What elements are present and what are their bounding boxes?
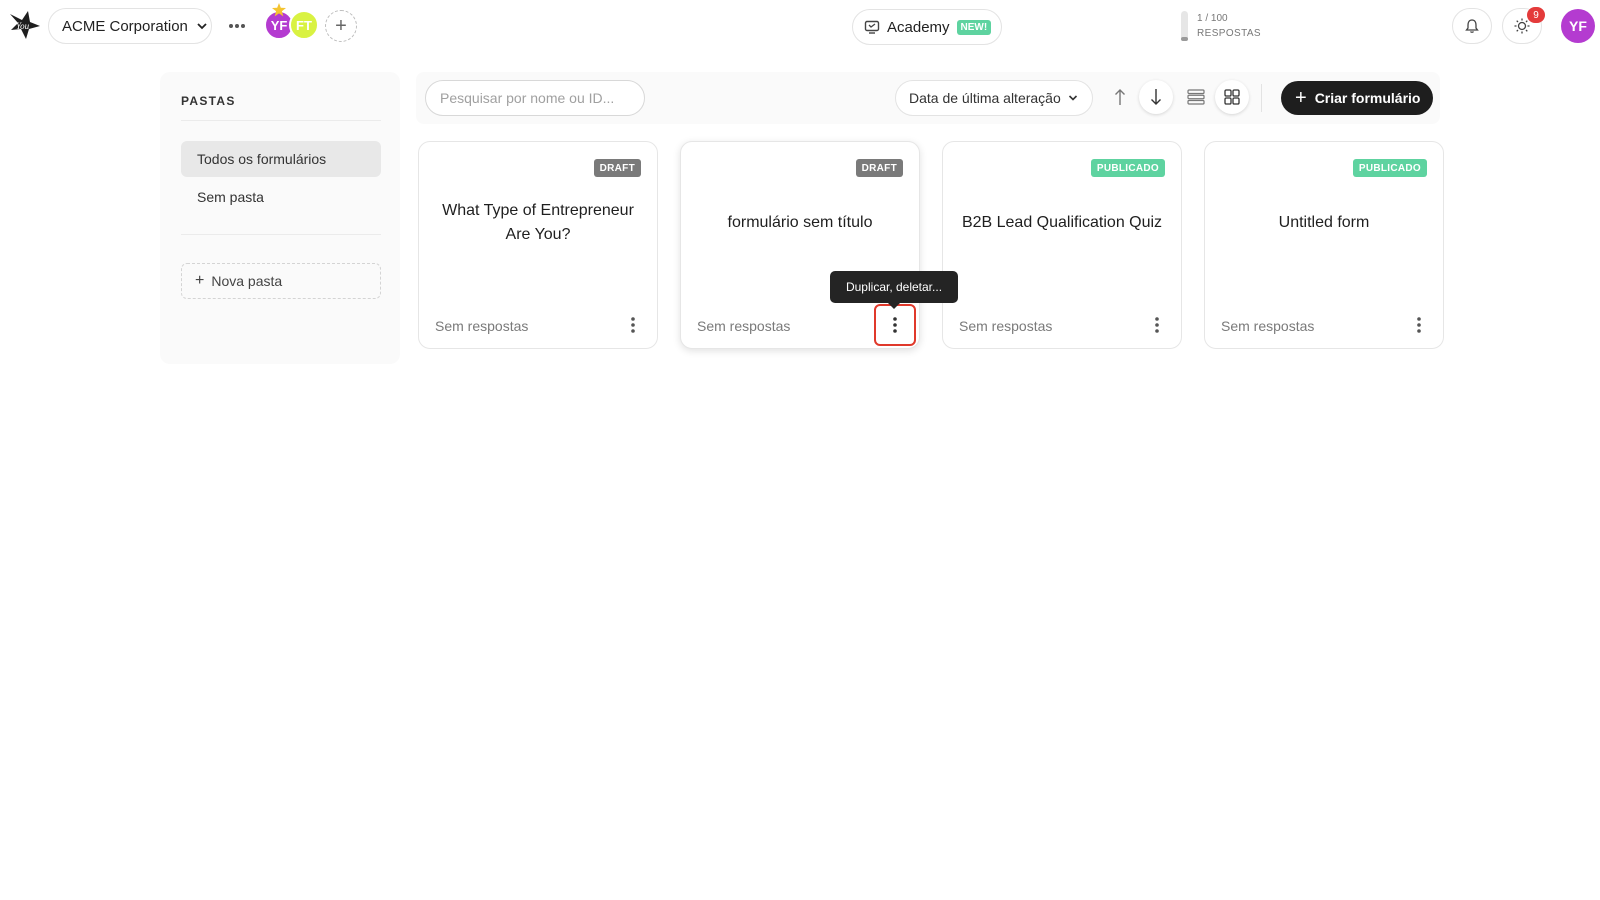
- sort-descending-button[interactable]: [1139, 80, 1173, 114]
- form-card[interactable]: DRAFT What Type of Entrepreneur Are You?…: [418, 141, 658, 349]
- top-bar: You ACME Corporation YF FT + Academy NEW…: [0, 0, 1600, 54]
- new-folder-button[interactable]: + Nova pasta: [181, 263, 381, 299]
- arrow-down-icon: [1151, 89, 1161, 105]
- responses-count: Sem respostas: [1221, 318, 1315, 334]
- usage-progress-fill: [1181, 37, 1188, 41]
- kebab-icon: [631, 317, 635, 333]
- kebab-icon: [1417, 317, 1421, 333]
- plus-icon: +: [195, 272, 205, 289]
- academy-label: Academy: [887, 18, 950, 36]
- grid-view-icon: [1224, 89, 1240, 105]
- list-view-icon: [1187, 89, 1205, 105]
- bell-icon: [1465, 19, 1479, 33]
- chevron-down-icon: [1068, 95, 1077, 101]
- plus-icon: +: [335, 14, 347, 37]
- svg-text:You: You: [16, 21, 30, 31]
- status-badge: PUBLICADO: [1352, 159, 1427, 177]
- responses-count: Sem respostas: [959, 318, 1053, 334]
- workspace-select[interactable]: ACME Corporation: [48, 8, 212, 44]
- kebab-icon: [893, 317, 897, 333]
- sidebar-title: PASTAS: [181, 94, 236, 108]
- sort-ascending-button[interactable]: [1103, 80, 1137, 114]
- forms-toolbar: Data de última alteração + Criar formulá…: [416, 72, 1440, 124]
- divider: [1261, 84, 1262, 112]
- divider: [181, 234, 381, 235]
- kebab-icon: [1155, 317, 1159, 333]
- add-member-button[interactable]: +: [325, 10, 357, 42]
- form-title: B2B Lead Qualification Quiz: [961, 214, 1163, 231]
- form-title: What Type of Entrepreneur Are You?: [442, 202, 634, 243]
- notifications-button[interactable]: [1452, 8, 1492, 44]
- form-menu-button[interactable]: [1405, 310, 1433, 340]
- sidebar-item-all-forms[interactable]: Todos os formulários: [181, 141, 381, 177]
- usage-count: 1 / 100: [1197, 13, 1228, 24]
- list-view-button[interactable]: [1179, 80, 1213, 114]
- arrow-up-icon: [1115, 89, 1125, 105]
- form-menu-button[interactable]: [1143, 310, 1171, 340]
- plus-icon: +: [1295, 86, 1307, 109]
- sidebar-item-no-folder[interactable]: Sem pasta: [181, 179, 381, 215]
- form-title: Untitled form: [1278, 214, 1370, 231]
- usage-label: RESPOSTAS: [1197, 28, 1261, 39]
- form-card[interactable]: PUBLICADO Untitled form Sem respostas: [1204, 141, 1444, 349]
- sort-label: Data de última alteração: [909, 90, 1061, 106]
- chevron-down-icon: [197, 23, 207, 30]
- star-icon: [272, 3, 286, 17]
- notification-badge: 9: [1527, 7, 1545, 23]
- divider: [181, 120, 381, 121]
- usage-progress-bar: [1181, 11, 1188, 41]
- search-input[interactable]: [425, 80, 645, 116]
- create-form-label: Criar formulário: [1314, 90, 1421, 106]
- academy-icon: [864, 20, 880, 34]
- form-menu-button[interactable]: [619, 310, 647, 340]
- form-card[interactable]: PUBLICADO B2B Lead Qualification Quiz Se…: [942, 141, 1182, 349]
- menu-tooltip: Duplicar, deletar...: [830, 271, 958, 309]
- workspace-name: ACME Corporation: [62, 17, 188, 35]
- user-avatar[interactable]: YF: [1561, 9, 1595, 43]
- sort-select[interactable]: Data de última alteração: [895, 80, 1093, 116]
- form-menu-button[interactable]: [874, 304, 916, 346]
- status-badge: DRAFT: [593, 159, 641, 177]
- form-title: formulário sem título: [727, 214, 873, 231]
- grid-view-button[interactable]: [1215, 80, 1249, 114]
- create-form-button[interactable]: + Criar formulário: [1281, 81, 1433, 115]
- status-badge: DRAFT: [855, 159, 903, 177]
- responses-count: Sem respostas: [435, 318, 529, 334]
- more-dots-icon[interactable]: [226, 15, 248, 37]
- folders-sidebar: PASTAS Todos os formulários Sem pasta + …: [160, 72, 400, 364]
- logo-icon[interactable]: You: [8, 8, 42, 42]
- status-badge: PUBLICADO: [1090, 159, 1165, 177]
- new-folder-label: Nova pasta: [211, 273, 283, 289]
- responses-count: Sem respostas: [697, 318, 791, 334]
- form-card[interactable]: DRAFT formulário sem título Sem resposta…: [680, 141, 920, 349]
- academy-button[interactable]: Academy NEW!: [852, 9, 1002, 45]
- new-badge: NEW!: [956, 19, 992, 35]
- member-avatar[interactable]: FT: [289, 10, 319, 40]
